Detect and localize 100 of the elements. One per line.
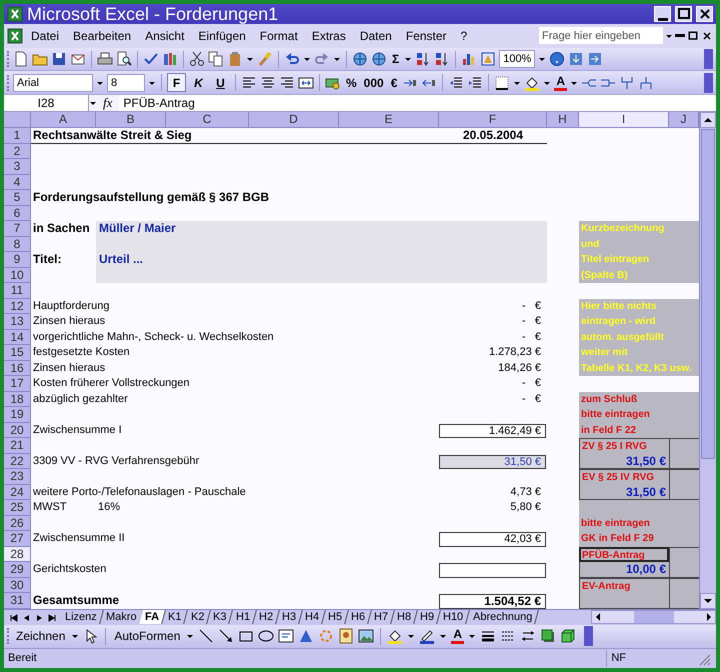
name-box[interactable]: I28 [4, 95, 89, 112]
sheet-tab[interactable]: K1 [162, 610, 189, 624]
line-icon[interactable] [198, 628, 214, 644]
minimize-icon[interactable] [675, 34, 685, 38]
toolbar-options-button[interactable] [584, 626, 594, 646]
menu-item[interactable]: Bearbeiten [67, 26, 138, 46]
fill-bucket-icon[interactable] [387, 628, 404, 644]
sheet-tab[interactable]: H9 [414, 610, 442, 624]
formula-field[interactable]: PFÜB-Antrag [119, 95, 716, 112]
menu-item[interactable]: Format [254, 26, 304, 46]
row-header[interactable]: 23 [4, 469, 31, 485]
cube-icon[interactable] [560, 628, 576, 644]
sheet-tab[interactable]: H3 [276, 610, 303, 624]
row-header[interactable]: 6 [4, 206, 31, 222]
row-header[interactable]: 27 [4, 531, 31, 547]
sheet-tab[interactable]: H8 [391, 610, 418, 624]
sheet-tab[interactable]: H2 [253, 610, 280, 624]
row-header[interactable]: 25 [4, 500, 31, 516]
sheet-tab[interactable]: Lizenz [59, 610, 104, 624]
pen-icon[interactable] [419, 628, 436, 644]
toolbar-options-button[interactable] [704, 72, 713, 93]
row-header[interactable]: 2 [4, 144, 31, 160]
row-header[interactable]: 30 [4, 578, 31, 594]
menu-item[interactable]: Fenster [400, 26, 453, 46]
sheet-tab[interactable]: H10 [438, 610, 470, 624]
row-header[interactable]: 3 [4, 159, 31, 175]
sheet-tab[interactable]: FA [139, 610, 166, 624]
autoshapes-button[interactable]: AutoFormen [112, 627, 182, 646]
clipboard-icon[interactable] [227, 51, 243, 68]
menu-item[interactable]: Extras [306, 26, 352, 46]
next-sheet-icon[interactable] [34, 612, 44, 622]
row-header[interactable]: 18 [4, 392, 31, 408]
clip-art-icon[interactable] [338, 628, 354, 644]
tree-icon[interactable] [638, 74, 654, 91]
row-header[interactable]: 31 [4, 593, 31, 609]
row-header[interactable]: 10 [4, 268, 31, 284]
page-magnifier-icon[interactable] [116, 51, 132, 68]
draw-menu-button[interactable]: Zeichnen [14, 627, 68, 646]
row-header[interactable]: 8 [4, 236, 31, 252]
globe-icon[interactable] [352, 51, 368, 68]
underline-button[interactable]: U [211, 73, 230, 92]
row-header[interactable]: 15 [4, 345, 31, 361]
close-button[interactable] [696, 6, 713, 22]
font-field[interactable]: Arial [13, 74, 93, 92]
column-header[interactable]: C [166, 112, 249, 128]
sort-icon[interactable] [415, 51, 432, 68]
scissors-icon[interactable] [189, 51, 205, 68]
last-sheet-icon[interactable] [47, 612, 57, 622]
merge-cells-icon[interactable] [298, 74, 314, 91]
help-search-field[interactable]: Frage hier eingeben [539, 27, 663, 44]
sheet-tab[interactable]: H6 [345, 610, 372, 624]
shadow-cube-icon[interactable] [540, 628, 556, 644]
column-header[interactable]: H [547, 112, 579, 128]
sheet-tab[interactable]: H7 [368, 610, 396, 624]
row-header[interactable]: 17 [4, 376, 31, 392]
text-box-icon[interactable] [278, 628, 294, 644]
percent-button[interactable]: % [344, 74, 359, 92]
scrollbar-thumb[interactable] [701, 129, 715, 460]
menu-item[interactable]: Daten [354, 26, 398, 46]
wordart-icon[interactable] [298, 628, 314, 644]
menu-item[interactable]: Einfügen [192, 26, 252, 46]
borders-icon[interactable] [494, 74, 510, 91]
row-header[interactable]: 12 [4, 298, 31, 314]
zoom-field[interactable]: 100% [499, 50, 536, 68]
minimize-button[interactable] [654, 6, 671, 22]
page-icon[interactable] [13, 51, 29, 68]
bold-button[interactable]: F [167, 73, 186, 92]
oval-icon[interactable] [258, 628, 274, 644]
euro-button[interactable]: € [388, 74, 400, 92]
maximize-icon[interactable] [687, 30, 699, 42]
row-header[interactable]: 16 [4, 360, 31, 376]
sheet-tab[interactable]: H4 [299, 610, 326, 624]
close-icon[interactable] [701, 30, 713, 42]
tree-icon[interactable] [619, 74, 636, 91]
sort-icon[interactable] [434, 51, 450, 68]
toolbar-options-button[interactable] [704, 49, 713, 70]
row-header[interactable]: 9 [4, 252, 31, 268]
sheet-tab[interactable]: Abrechnung [466, 610, 539, 624]
spreadsheet-icon[interactable] [7, 28, 23, 44]
row-header[interactable]: 14 [4, 330, 31, 346]
column-header[interactable]: J [669, 112, 699, 128]
row-header[interactable]: 29 [4, 562, 31, 578]
column-header[interactable]: A [31, 112, 96, 128]
vertical-scrollbar[interactable] [699, 112, 716, 609]
row-header[interactable]: 11 [4, 283, 31, 299]
menu-item[interactable]: Ansicht [139, 26, 190, 46]
row-header[interactable]: 21 [4, 438, 31, 454]
row-header[interactable]: 28 [4, 546, 31, 562]
font-color-button[interactable]: A [451, 628, 464, 644]
sheet-tab[interactable]: K2 [185, 610, 212, 624]
drawing-tools-icon[interactable] [480, 51, 496, 68]
row-header[interactable]: 1 [4, 128, 31, 144]
arrow-down-icon[interactable] [568, 51, 584, 68]
function-button[interactable]: fx [97, 93, 120, 113]
column-header[interactable]: E [339, 112, 439, 128]
row-header[interactable]: 7 [4, 221, 31, 237]
column-header[interactable]: D [249, 112, 339, 128]
font-color-button[interactable]: A [554, 74, 568, 91]
help-icon[interactable] [549, 51, 566, 68]
row-header[interactable]: 13 [4, 314, 31, 330]
